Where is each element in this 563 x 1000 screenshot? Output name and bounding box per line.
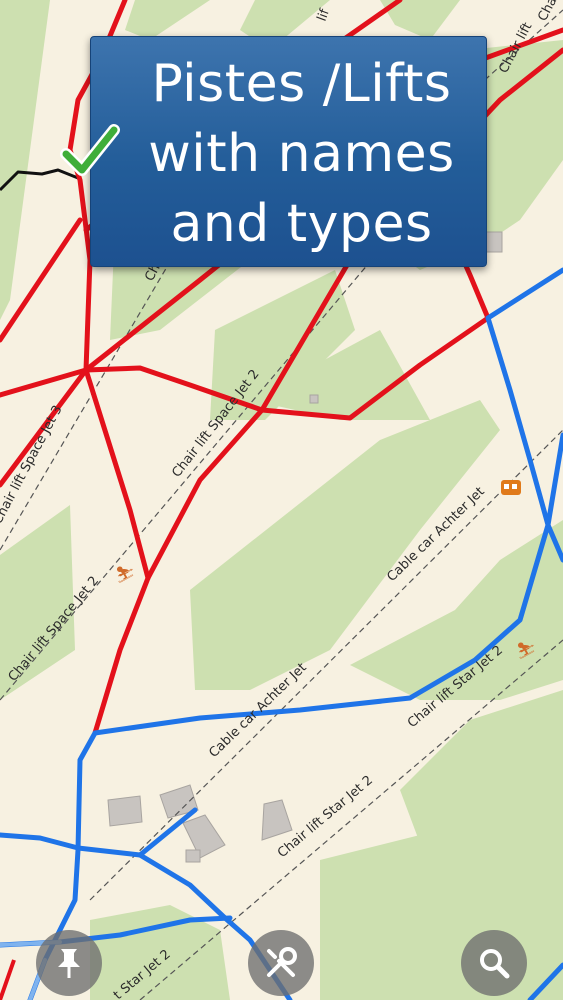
search-button[interactable]: [461, 930, 527, 996]
svg-text:⛷: ⛷: [115, 565, 135, 584]
ski-school-icon-2: ⛷: [516, 641, 536, 660]
search-icon: [480, 949, 510, 979]
label-top-fragment: lif: [315, 7, 333, 24]
label-top-right-2: Chair lift S: [535, 0, 563, 24]
banner-line-2: with names: [148, 124, 455, 184]
red-piste-bottom: [0, 959, 16, 1000]
cable-car-icon: [501, 480, 521, 495]
ski-school-icon: ⛷: [115, 565, 135, 584]
tools-icon: [267, 947, 297, 977]
label-space-jet-3: Chair lift Space Jet 3: [0, 403, 66, 527]
svg-text:⛷: ⛷: [516, 641, 536, 660]
banner-line-1: Pistes /Lifts: [151, 54, 452, 114]
feature-banner: Pistes /Lifts with names and types: [90, 36, 487, 267]
pin-button[interactable]: [36, 930, 102, 996]
tools-button[interactable]: [248, 930, 314, 996]
pin-icon: [58, 949, 80, 978]
label-star-jet-2-mid: Chair lift Star Jet 2: [275, 773, 376, 861]
banner-line-3: and types: [170, 194, 433, 254]
checkmark-icon: [60, 124, 120, 176]
